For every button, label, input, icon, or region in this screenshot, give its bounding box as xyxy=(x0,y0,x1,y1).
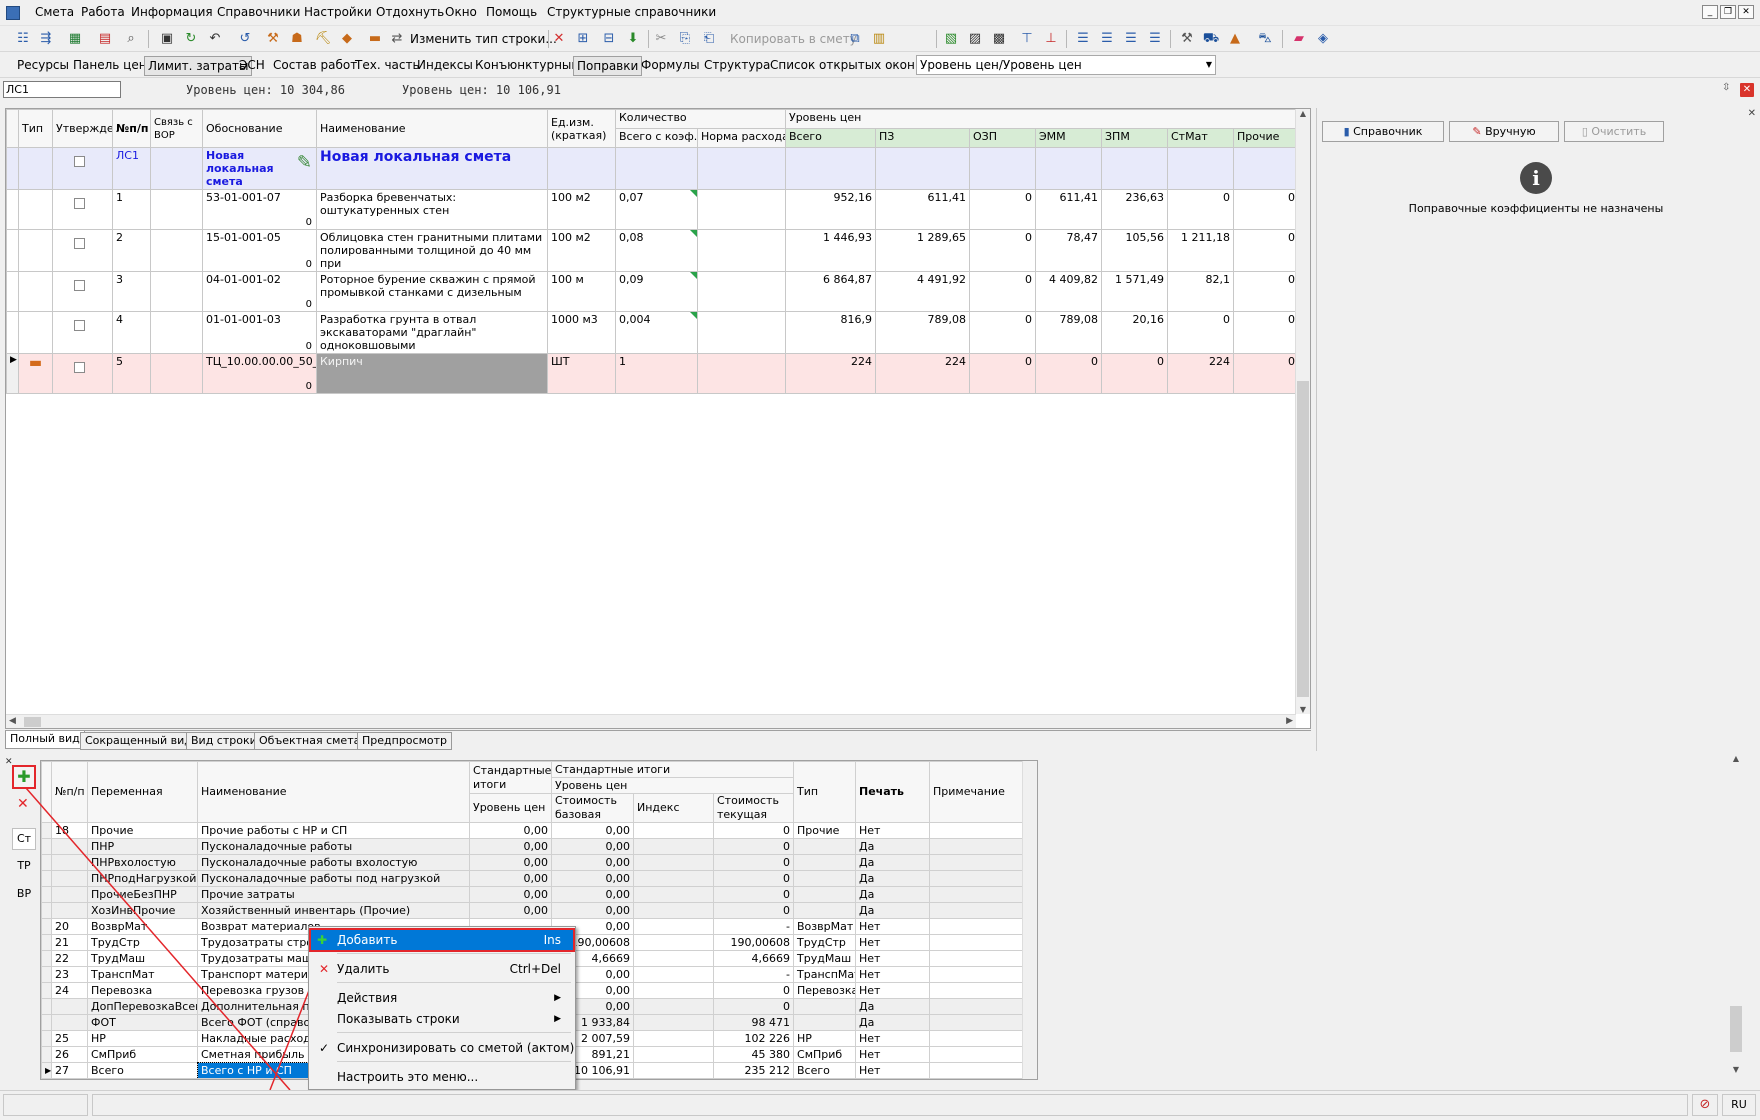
menu-item-add[interactable]: ✚ Добавить Ins xyxy=(309,928,575,952)
actions-label: Действия xyxy=(337,991,398,1005)
show-rows-label: Показывать строки xyxy=(337,1012,460,1026)
delete-icon: ✕ xyxy=(319,962,330,976)
sync-label: Синхронизировать со сметой (актом) xyxy=(337,1041,575,1055)
arrow-line xyxy=(25,787,291,1091)
configure-label: Настроить это меню... xyxy=(337,1070,479,1084)
add-shortcut: Ins xyxy=(543,933,561,947)
plus-icon: ✚ xyxy=(317,933,328,947)
menu-item-show-rows[interactable]: Показывать строки ▶ xyxy=(311,1009,573,1029)
status-cell-2 xyxy=(92,1094,1688,1116)
status-cell-1 xyxy=(3,1094,88,1116)
submenu-arrow-icon: ▶ xyxy=(554,993,561,1003)
menu-item-sync[interactable]: ✓ Синхронизировать со сметой (актом) xyxy=(311,1038,575,1058)
menu-item-delete[interactable]: ✕ Удалить Ctrl+Del xyxy=(311,959,573,979)
menu-item-configure[interactable]: Настроить это меню... xyxy=(311,1067,573,1087)
delete-shortcut: Ctrl+Del xyxy=(509,962,561,976)
context-menu: ✚ Добавить Ins ✕ Удалить Ctrl+Del Действ… xyxy=(308,926,576,1090)
check-icon: ✓ xyxy=(319,1041,330,1055)
menu-item-actions[interactable]: Действия ▶ xyxy=(311,988,573,1008)
status-bar: ⊘ RU xyxy=(0,1090,1760,1120)
no-network-icon[interactable]: ⊘ xyxy=(1692,1094,1718,1116)
add-label: Добавить xyxy=(337,933,398,947)
annotation-arrow xyxy=(25,787,334,1091)
submenu-arrow-icon: ▶ xyxy=(554,1014,561,1024)
language-indicator[interactable]: RU xyxy=(1722,1094,1756,1116)
delete-label: Удалить xyxy=(337,962,390,976)
